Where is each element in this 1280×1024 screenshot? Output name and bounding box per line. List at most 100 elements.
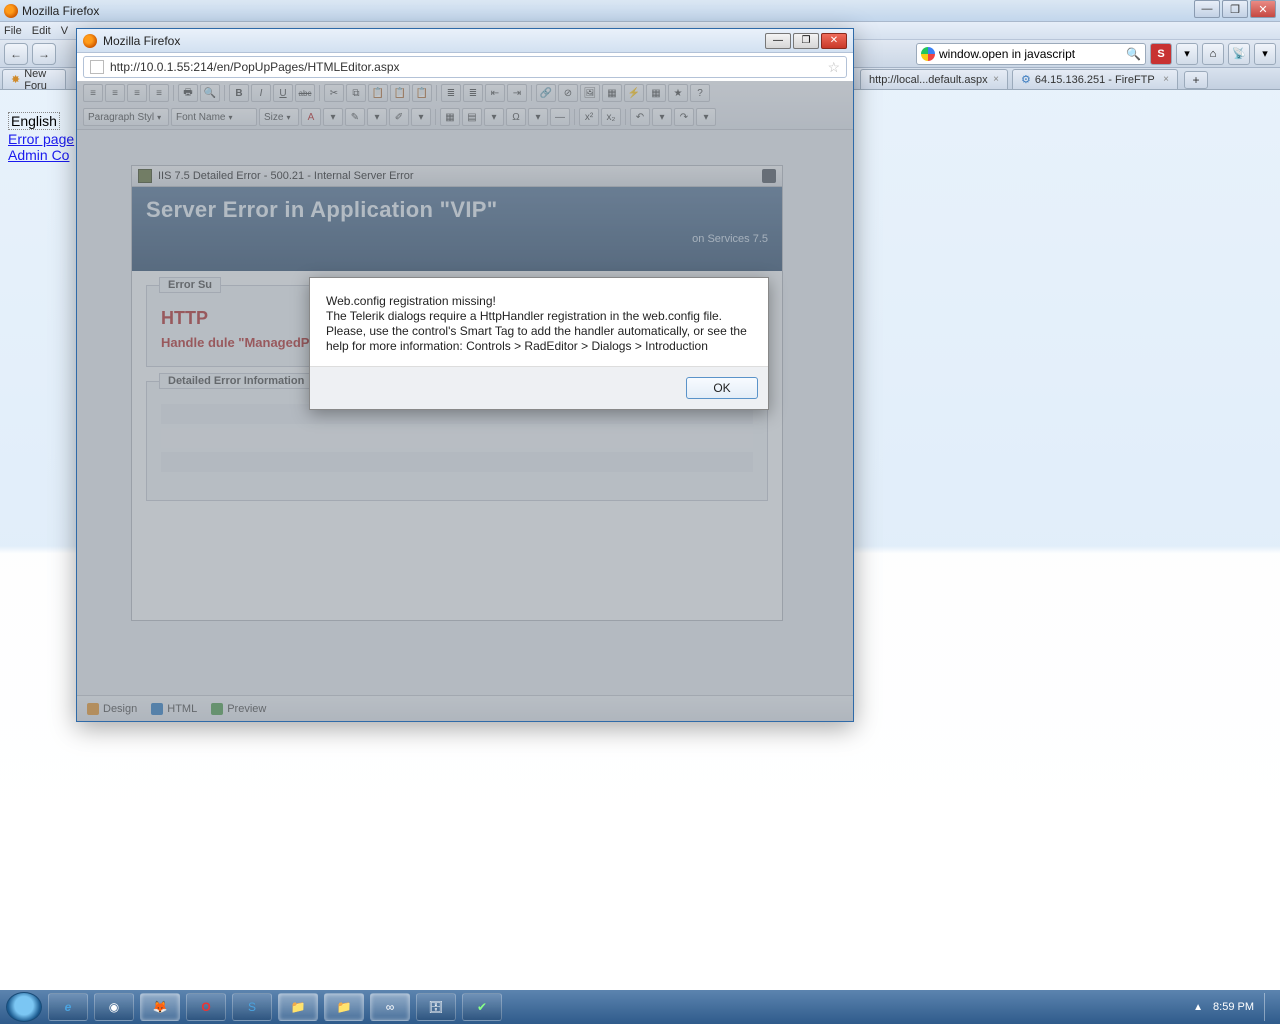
tab-local-default[interactable]: http://local...default.aspx × (860, 69, 1008, 89)
popup-minimize-button[interactable]: — (765, 33, 791, 49)
tray-arrow-icon[interactable]: ▲ (1193, 1002, 1203, 1013)
paste-word-button[interactable]: 📋 (390, 84, 410, 102)
menu-view[interactable]: V (61, 25, 68, 37)
bold-button[interactable]: B (229, 84, 249, 102)
font-name-combo[interactable]: Font Name▾ (171, 108, 257, 126)
paragraph-style-combo[interactable]: Paragraph Styl▾ (83, 108, 169, 126)
image-button[interactable]: 🖼 (580, 84, 600, 102)
paste-button[interactable]: 📋 (368, 84, 388, 102)
taskbar-sql[interactable]: 🗄 (416, 993, 456, 1021)
taskbar-visualstudio[interactable]: ∞ (370, 993, 410, 1021)
snippet-arrow[interactable]: ▾ (484, 108, 504, 126)
help-button[interactable]: ? (690, 84, 710, 102)
taskbar-runner[interactable]: ✔ (462, 993, 502, 1021)
taskbar-explorer1[interactable]: 📁 (278, 993, 318, 1021)
new-tab-button[interactable]: + (1184, 71, 1208, 89)
table-insert-button[interactable]: ▦ (646, 84, 666, 102)
show-desktop-button[interactable] (1264, 993, 1274, 1021)
redo-button[interactable]: ↷ (674, 108, 694, 126)
search-input[interactable] (939, 47, 1122, 61)
eraser-arrow[interactable]: ▾ (411, 108, 431, 126)
ordered-list-button[interactable]: ≣ (441, 84, 461, 102)
cut-button[interactable]: ✂ (324, 84, 344, 102)
font-size-combo[interactable]: Size▾ (259, 108, 299, 126)
maximize-button[interactable]: ❐ (1222, 0, 1248, 18)
highlight-arrow[interactable]: ▾ (367, 108, 387, 126)
taskbar-ie[interactable]: e (48, 993, 88, 1021)
align-right-button[interactable]: ≡ (127, 84, 147, 102)
italic-button[interactable]: I (251, 84, 271, 102)
search-box[interactable]: 🔍 (916, 43, 1146, 65)
redo-arrow[interactable]: ▾ (696, 108, 716, 126)
forward-button[interactable]: → (32, 43, 56, 65)
underline-button[interactable]: U (273, 84, 293, 102)
media-button[interactable]: ▦ (602, 84, 622, 102)
taskbar-explorer2[interactable]: 📁 (324, 993, 364, 1021)
special-char-button[interactable]: Ω (506, 108, 526, 126)
indent-button[interactable]: ⇥ (507, 84, 527, 102)
outdent-button[interactable]: ⇤ (485, 84, 505, 102)
popup-close-button[interactable]: ✕ (821, 33, 847, 49)
symbol-button[interactable]: ★ (668, 84, 688, 102)
siteinfo-button[interactable]: S (1150, 43, 1172, 65)
special-char-arrow[interactable]: ▾ (528, 108, 548, 126)
feed-button[interactable]: 📡 (1228, 43, 1250, 65)
back-button[interactable]: ← (4, 43, 28, 65)
dropdown-button[interactable]: ▾ (1176, 43, 1198, 65)
tab-close-icon[interactable]: × (1163, 74, 1169, 85)
start-button[interactable] (6, 992, 42, 1022)
paste-html-button[interactable]: 📋 (412, 84, 432, 102)
ok-button[interactable]: OK (686, 377, 758, 399)
highlight-button[interactable]: ✎ (345, 108, 365, 126)
popup-maximize-button[interactable]: ❐ (793, 33, 819, 49)
align-center-button[interactable]: ≡ (105, 84, 125, 102)
print-button[interactable]: 🖶 (178, 84, 198, 102)
tray-clock[interactable]: 8:59 PM (1213, 1001, 1254, 1013)
parent-titlebar: Mozilla Firefox — ❐ ✕ (0, 0, 1280, 22)
close-button[interactable]: ✕ (1250, 0, 1276, 18)
search-magnifier-icon[interactable]: 🔍 (1126, 47, 1141, 61)
menu-file[interactable]: File (4, 25, 22, 37)
strike-button[interactable]: abc (295, 84, 315, 102)
mode-html[interactable]: HTML (151, 703, 197, 715)
align-justify-button[interactable]: ≡ (149, 84, 169, 102)
taskbar-skype[interactable]: S (232, 993, 272, 1021)
tab-new-forum[interactable]: ✸ New Foru (2, 69, 66, 89)
menu-edit[interactable]: Edit (32, 25, 51, 37)
tab-close-icon[interactable]: × (993, 74, 999, 85)
hr-button[interactable]: — (550, 108, 570, 126)
dropdown2-button[interactable]: ▾ (1254, 43, 1276, 65)
mode-design[interactable]: Design (87, 703, 137, 715)
bookmark-star-icon[interactable]: ☆ (827, 59, 840, 76)
minimize-button[interactable]: — (1194, 0, 1220, 18)
page-icon (90, 60, 104, 74)
iis-close-icon[interactable] (762, 169, 776, 183)
snippet-button[interactable]: ▤ (462, 108, 482, 126)
link-error-page[interactable]: Error page (8, 131, 74, 147)
subscript-button[interactable]: x₂ (601, 108, 621, 126)
taskbar-chrome[interactable]: ◉ (94, 993, 134, 1021)
undo-arrow[interactable]: ▾ (652, 108, 672, 126)
undo-button[interactable]: ↶ (630, 108, 650, 126)
mode-preview[interactable]: Preview (211, 703, 266, 715)
copy-button[interactable]: ⧉ (346, 84, 366, 102)
home-button[interactable]: ⌂ (1202, 43, 1224, 65)
taskbar-opera[interactable]: O (186, 993, 226, 1021)
tab-label: 64.15.136.251 - FireFTP (1035, 74, 1159, 86)
unordered-list-button[interactable]: ≣ (463, 84, 483, 102)
unlink-button[interactable]: ⊘ (558, 84, 578, 102)
alert-body: Web.config registration missing! The Tel… (310, 278, 768, 366)
taskbar-firefox[interactable]: 🦊 (140, 993, 180, 1021)
link-admin[interactable]: Admin Co (8, 147, 74, 163)
font-color-arrow[interactable]: ▾ (323, 108, 343, 126)
align-left-button[interactable]: ≡ (83, 84, 103, 102)
tab-fireftp[interactable]: ⚙ 64.15.136.251 - FireFTP × (1012, 69, 1178, 89)
flash-button[interactable]: ⚡ (624, 84, 644, 102)
table-button[interactable]: ▦ (440, 108, 460, 126)
link-button[interactable]: 🔗 (536, 84, 556, 102)
popup-addressbar[interactable]: http://10.0.1.55:214/en/PopUpPages/HTMLE… (83, 56, 847, 78)
superscript-button[interactable]: x² (579, 108, 599, 126)
find-button[interactable]: 🔍 (200, 84, 220, 102)
eraser-button[interactable]: ✐ (389, 108, 409, 126)
font-color-button[interactable]: A (301, 108, 321, 126)
